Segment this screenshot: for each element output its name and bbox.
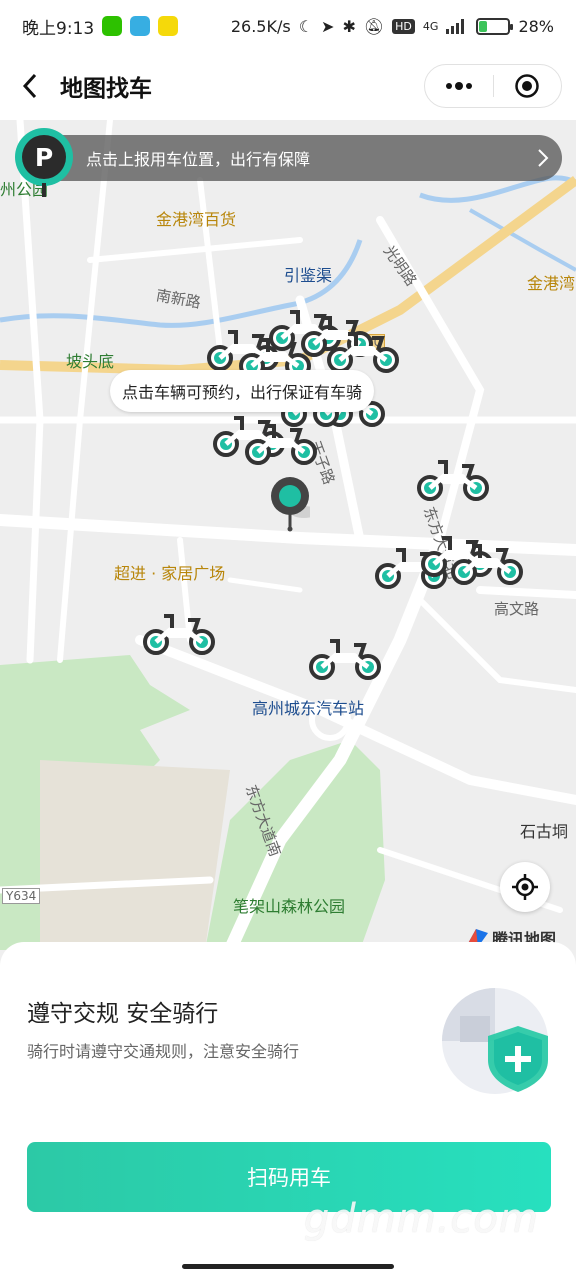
parking-marker-icon: P — [15, 128, 73, 197]
chevron-right-icon — [538, 149, 549, 167]
parking-letter: P — [35, 143, 53, 172]
more-dots-icon — [445, 82, 472, 90]
bike-marker-icon[interactable] — [142, 610, 216, 658]
bike-marker-icon[interactable] — [450, 540, 524, 588]
signal-icon — [446, 19, 465, 34]
back-button[interactable] — [0, 52, 60, 120]
network-type: 4G — [422, 19, 439, 33]
safety-title: 遵守交规 安全骑行 — [27, 1001, 219, 1027]
map-view[interactable]: 州公园 金港湾百货 金港湾 引鉴渠 南新路 光明路 坡头底 80 天子路 东方大… — [0, 120, 576, 950]
target-icon — [515, 74, 539, 98]
close-miniprogram-button[interactable] — [494, 65, 562, 107]
yellow-app-icon — [158, 16, 179, 36]
battery-icon — [476, 17, 514, 35]
status-time: 晚上9:13 — [22, 18, 95, 39]
locate-me-button[interactable] — [500, 862, 550, 912]
bike-marker-icon[interactable] — [416, 456, 490, 504]
location-icon: ➤ — [321, 16, 335, 36]
hd-badge: HD — [392, 18, 415, 34]
moon-icon: ☾ — [298, 16, 314, 36]
network-speed: 26.5K/s — [230, 16, 291, 36]
bike-marker-icon[interactable] — [244, 420, 318, 468]
report-banner-text: 点击上报用车位置，出行有保障 — [86, 150, 311, 169]
map-label-jingang-right: 金港湾 — [527, 274, 576, 293]
telegram-icon — [130, 16, 151, 36]
map-label-shigujiong: 石古垌 — [520, 822, 569, 841]
status-bar: 晚上9:13 26.5K/s ☾ ➤ ✱ 🔕︎ HD 4G 28% — [0, 0, 576, 52]
crosshair-icon — [512, 874, 538, 900]
more-button[interactable] — [425, 65, 493, 107]
bluetooth-icon: ✱ — [342, 16, 356, 36]
status-right: 26.5K/s ☾ ➤ ✱ 🔕︎ HD 4G 28% — [231, 17, 554, 36]
map-label-bijiashan: 笔架山森林公园 — [233, 897, 346, 916]
report-location-banner[interactable]: 点击上报用车位置，出行有保障 — [30, 135, 562, 181]
bike-marker-icon[interactable] — [326, 328, 400, 376]
back-icon — [22, 73, 37, 99]
home-indicator — [182, 1264, 394, 1269]
map-label-y634: Y634 — [2, 888, 41, 904]
status-left: 晚上9:13 — [22, 14, 179, 39]
miniprogram-capsule — [424, 64, 562, 108]
bike-marker-icon[interactable] — [308, 635, 382, 683]
wechat-icon — [102, 16, 123, 36]
page-title: 地图找车 — [60, 76, 152, 102]
map-label-gaozhou-station: 高州城东汽车站 — [252, 699, 365, 718]
map-label-yinjianqu: 引鉴渠 — [284, 266, 333, 285]
map-label-jingang-dept: 金港湾百货 — [156, 210, 237, 229]
user-location-pin-icon — [271, 477, 310, 532]
watermark: gdmm.com — [304, 1196, 539, 1242]
bottom-sheet: 遵守交规 安全骑行 骑行时请遵守交通规则，注意安全骑行 扫码用车 gdmm.co… — [0, 942, 576, 1280]
mute-icon: 🔕︎ — [363, 16, 385, 36]
reserve-tip-bubble: 点击车辆可预约，出行保证有车骑 — [110, 370, 375, 412]
map-label-chaojin: 超进 · 家居广场 — [114, 564, 226, 583]
battery-percent: 28% — [518, 16, 554, 36]
nav-bar: 地图找车 — [0, 52, 576, 120]
safety-shield-illustration — [442, 988, 548, 1094]
map-label-gaowen-road: 高文路 — [494, 600, 540, 618]
map-label-potou: 坡头底 — [66, 352, 115, 371]
safety-subtitle: 骑行时请遵守交通规则，注意安全骑行 — [27, 1042, 300, 1061]
